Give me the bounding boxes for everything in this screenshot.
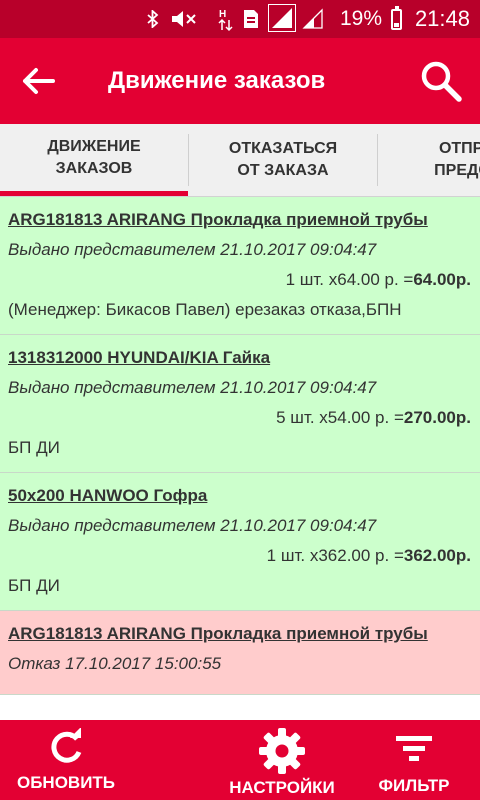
order-note: (Менеджер: Бикасов Павел) ерезаказ отказ…	[8, 300, 402, 319]
battery-icon	[391, 6, 402, 30]
order-title[interactable]: 1318312000 HYUNDAI/KIA Гайка	[8, 346, 471, 370]
order-note: БП ДИ	[8, 438, 60, 457]
order-total: 362.00р.	[403, 546, 471, 565]
order-price: 1 шт. x64.00 р. =64.00р.	[8, 268, 471, 292]
signal-icon	[302, 8, 323, 29]
tab-label: ОТКАЗАТЬСЯ ОТ ЗАКАЗА	[228, 140, 338, 179]
page-title: Движение заказов	[108, 67, 326, 94]
order-title[interactable]: 50х200 HANWOO Гофра	[8, 484, 471, 508]
order-title[interactable]: ARG181813 ARIRANG Прокладка приемной тру…	[8, 208, 471, 232]
filter-icon	[396, 736, 432, 761]
bluetooth-icon	[147, 10, 159, 28]
order-item[interactable]: 1318312000 HYUNDAI/KIA Гайка Выдано пред…	[0, 335, 480, 473]
orders-list[interactable]: ARG181813 ARIRANG Прокладка приемной тру…	[0, 197, 480, 720]
order-total: 270.00р.	[403, 408, 471, 427]
order-item[interactable]: ARG181813 ARIRANG Прокладка приемной тру…	[0, 611, 480, 695]
order-qty-price: 1 шт. x64.00 р. =	[285, 270, 414, 289]
sd-card-icon	[244, 10, 258, 28]
clock: 21:48	[414, 6, 470, 31]
order-status: Выдано представителем 21.10.2017 09:04:4…	[8, 240, 377, 259]
order-status: Отказ 17.10.2017 15:00:55	[8, 654, 222, 673]
filter-button[interactable]: ФИЛЬТР	[360, 720, 468, 800]
bottom-bar: ОБНОВИТЬ НАСТРОЙКИ ФИЛЬТР	[0, 720, 480, 800]
order-item[interactable]: ARG181813 ARIRANG Прокладка приемной тру…	[0, 197, 480, 335]
arrow-left-icon[interactable]	[18, 61, 58, 101]
refresh-icon	[51, 728, 82, 763]
refresh-label: ОБНОВИТЬ	[16, 773, 116, 792]
sim-icon: H	[218, 9, 233, 32]
settings-button[interactable]: НАСТРОЙКИ	[215, 720, 349, 800]
order-title[interactable]: ARG181813 ARIRANG Прокладка приемной тру…	[8, 622, 471, 646]
refresh-button[interactable]: ОБНОВИТЬ	[0, 720, 132, 800]
status-bar: H 19% 21:48	[0, 0, 480, 38]
tab-label: ОТПРАВ ПРЕДСТА	[434, 140, 480, 179]
tab-send-representative[interactable]: ОТПРАВ ПРЕДСТА	[378, 124, 480, 196]
mute-icon	[172, 11, 196, 27]
order-price: 5 шт. x54.00 р. =270.00р.	[8, 406, 471, 430]
order-status: Выдано представителем 21.10.2017 09:04:4…	[8, 378, 377, 397]
tab-label: ДВИЖЕНИЕ ЗАКАЗОВ	[47, 137, 141, 177]
order-total: 64.00р.	[413, 270, 471, 289]
battery-percent: 19%	[339, 7, 382, 30]
filter-label: ФИЛЬТР	[378, 776, 450, 795]
tab-order-movement[interactable]: ДВИЖЕНИЕ ЗАКАЗОВ	[0, 124, 188, 196]
order-note: БП ДИ	[8, 576, 60, 595]
order-status: Выдано представителем 21.10.2017 09:04:4…	[8, 516, 377, 535]
tab-cancel-order[interactable]: ОТКАЗАТЬСЯ ОТ ЗАКАЗА	[189, 124, 377, 196]
search-icon[interactable]	[418, 58, 464, 104]
settings-label: НАСТРОЙКИ	[229, 778, 335, 797]
order-price: 1 шт. x362.00 р. =362.00р.	[8, 544, 471, 568]
app-bar: Движение заказов	[0, 38, 480, 124]
order-qty-price: 5 шт. x54.00 р. =	[276, 408, 404, 427]
order-item[interactable]: 50х200 HANWOO Гофра Выдано представителе…	[0, 473, 480, 611]
svg-text:H: H	[219, 9, 226, 20]
gear-icon	[259, 728, 305, 774]
signal-icon	[268, 4, 296, 32]
order-qty-price: 1 шт. x362.00 р. =	[266, 546, 404, 565]
tab-bar: ДВИЖЕНИЕ ЗАКАЗОВ ОТКАЗАТЬСЯ ОТ ЗАКАЗА ОТ…	[0, 124, 480, 197]
